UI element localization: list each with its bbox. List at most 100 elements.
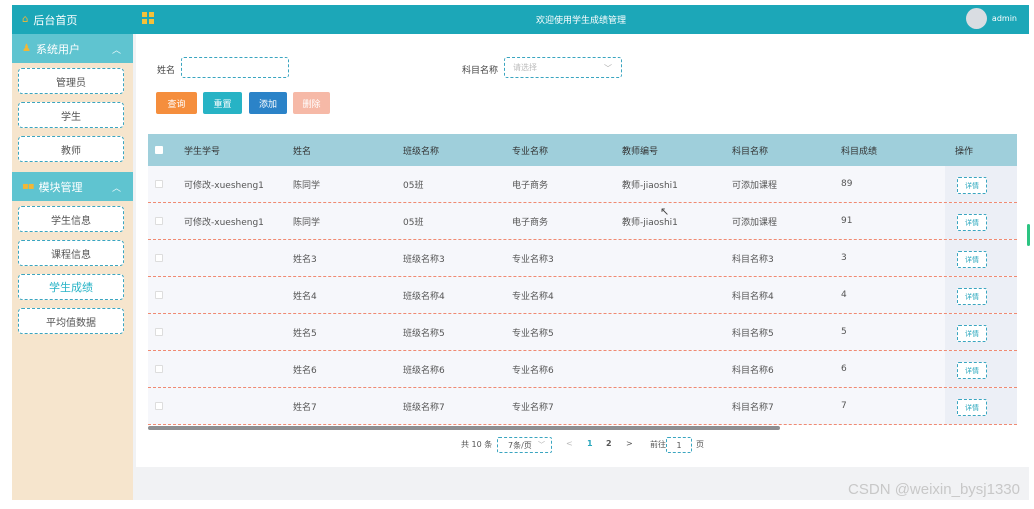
table-cell: 姓名3: [293, 254, 317, 265]
goto-input[interactable]: 1: [666, 437, 692, 453]
table-row: 姓名4 班级名称4 专业名称4 科目名称4 4 详情: [148, 277, 1017, 314]
table-cell: 5: [841, 327, 847, 337]
table-cell: 科目名称7: [732, 402, 774, 413]
section-system-users[interactable]: ♟ 系统用户 ︿: [12, 34, 133, 63]
row-checkbox[interactable]: [155, 328, 163, 336]
app-root: ⌂ 后台首页 ♟ 系统用户 ︿ 管理员 学生 教师 ▪▪ 模块管理 ︿ 学生信息…: [0, 0, 1034, 509]
page-1[interactable]: 1: [587, 439, 593, 448]
sidebar-home-label: 后台首页: [33, 13, 78, 27]
table-cell: 6: [841, 364, 847, 374]
table-cell: 班级名称6: [403, 365, 445, 376]
detail-button[interactable]: 详情: [957, 251, 987, 268]
add-button[interactable]: 添加: [249, 92, 287, 114]
username[interactable]: admin: [992, 14, 1017, 23]
detail-button[interactable]: 详情: [957, 399, 987, 416]
detail-button[interactable]: 详情: [957, 288, 987, 305]
page-2[interactable]: 2: [606, 439, 612, 448]
user-icon: ♟: [22, 43, 31, 54]
table-cell: 科目名称6: [732, 365, 774, 376]
table-cell: 89: [841, 179, 853, 189]
table-cell: 姓名4: [293, 291, 317, 302]
reset-button[interactable]: 重置: [203, 92, 242, 114]
col-score: 科目成绩: [841, 146, 878, 157]
actions-cell: 详情: [945, 203, 1017, 239]
section-modules[interactable]: ▪▪ 模块管理 ︿: [12, 172, 133, 201]
sidebar-item-admin[interactable]: 管理员: [18, 68, 124, 94]
delete-button[interactable]: 删除: [293, 92, 330, 114]
row-checkbox[interactable]: [155, 217, 163, 225]
table-cell: 可修改-xuesheng1: [184, 180, 264, 191]
col-major: 专业名称: [512, 146, 549, 157]
table-row: 可修改-xuesheng1 陈同学 05班 电子商务 教师-jiaoshi1 可添加课程 9…: [148, 203, 1017, 240]
detail-button[interactable]: 详情: [957, 177, 987, 194]
table-cell: 91: [841, 216, 853, 226]
col-student-id: 学生学号: [184, 146, 221, 157]
sidebar-home[interactable]: ⌂ 后台首页: [12, 5, 133, 34]
edge-tab[interactable]: [1027, 224, 1030, 246]
table-cell: 可修改-xuesheng1: [184, 217, 264, 228]
top-header: 欢迎使用学生成绩管理 admin: [133, 5, 1029, 34]
sidebar-item-student-scores[interactable]: 学生成绩: [18, 274, 124, 300]
main-area: 姓名 科目名称 请选择 ﹀ 查询 重置 添加 删除 学生学号 姓名 班级名称 专…: [133, 34, 1029, 500]
table-cell: 姓名6: [293, 365, 317, 376]
table-cell: 专业名称7: [512, 402, 554, 413]
col-actions: 操作: [955, 146, 974, 157]
col-actions-cell: 操作: [945, 134, 1017, 166]
detail-button[interactable]: 详情: [957, 362, 987, 379]
sidebar-item-student[interactable]: 学生: [18, 102, 124, 128]
table-cell: 姓名5: [293, 328, 317, 339]
row-checkbox[interactable]: [155, 365, 163, 373]
chevron-up-icon: ︿: [111, 46, 121, 56]
sidebar-item-student-info[interactable]: 学生信息: [18, 206, 124, 232]
sidebar-item-average-data[interactable]: 平均值数据: [18, 308, 124, 334]
actions-cell: 详情: [945, 351, 1017, 387]
horizontal-scrollbar[interactable]: [148, 426, 780, 430]
table-cell: 教师-jiaoshi1: [622, 217, 678, 228]
sidebar-item-course-info[interactable]: 课程信息: [18, 240, 124, 266]
detail-button[interactable]: 详情: [957, 214, 987, 231]
header-title: 欢迎使用学生成绩管理: [535, 16, 626, 26]
row-checkbox[interactable]: [155, 402, 163, 410]
col-subject: 科目名称: [732, 146, 769, 157]
table-cell: 05班: [403, 217, 424, 228]
avatar[interactable]: [966, 8, 987, 29]
chevron-up-icon: ︿: [111, 184, 121, 194]
select-all-checkbox[interactable]: [155, 146, 163, 154]
chevron-down-icon: ﹀: [604, 64, 612, 73]
watermark: CSDN @weixin_bysj1330: [848, 481, 1020, 498]
goto-label: 前往: [650, 440, 666, 449]
subject-select[interactable]: 请选择 ﹀: [504, 57, 622, 78]
sidebar-item-teacher[interactable]: 教师: [18, 136, 124, 162]
table-cell: 05班: [403, 180, 424, 191]
table-cell: 专业名称3: [512, 254, 554, 265]
table-cell: 专业名称4: [512, 291, 554, 302]
prev-page-button[interactable]: <: [566, 439, 573, 448]
subject-label: 科目名称: [462, 66, 499, 76]
col-teacher-id: 教师编号: [622, 146, 659, 157]
actions-cell: 详情: [945, 277, 1017, 313]
table-cell: 科目名称4: [732, 291, 774, 302]
table-cell: 教师-jiaoshi1: [622, 180, 678, 191]
table-body: 可修改-xuesheng1 陈同学 05班 电子商务 教师-jiaoshi1 可添加课程 8…: [148, 166, 1017, 425]
actions-cell: 详情: [945, 166, 1017, 202]
table-cell: 电子商务: [512, 217, 549, 228]
col-class: 班级名称: [403, 146, 440, 157]
table-cell: 科目名称5: [732, 328, 774, 339]
detail-button[interactable]: 详情: [957, 325, 987, 342]
page-suffix: 页: [696, 440, 704, 449]
query-button[interactable]: 查询: [156, 92, 197, 114]
row-checkbox[interactable]: [155, 180, 163, 188]
row-checkbox[interactable]: [155, 291, 163, 299]
next-page-button[interactable]: >: [626, 439, 633, 448]
name-input[interactable]: [181, 57, 289, 78]
home-icon: ⌂: [22, 14, 29, 25]
table-cell: 姓名7: [293, 402, 317, 413]
table-cell: 可添加课程: [732, 180, 778, 191]
table-cell: 班级名称4: [403, 291, 445, 302]
grid-icon: ▪▪: [22, 181, 35, 192]
table-cell: 班级名称3: [403, 254, 445, 265]
page-size-select[interactable]: 7条/页 ﹀: [497, 437, 552, 453]
table-cell: 专业名称6: [512, 365, 554, 376]
actions-cell: 详情: [945, 314, 1017, 350]
row-checkbox[interactable]: [155, 254, 163, 262]
